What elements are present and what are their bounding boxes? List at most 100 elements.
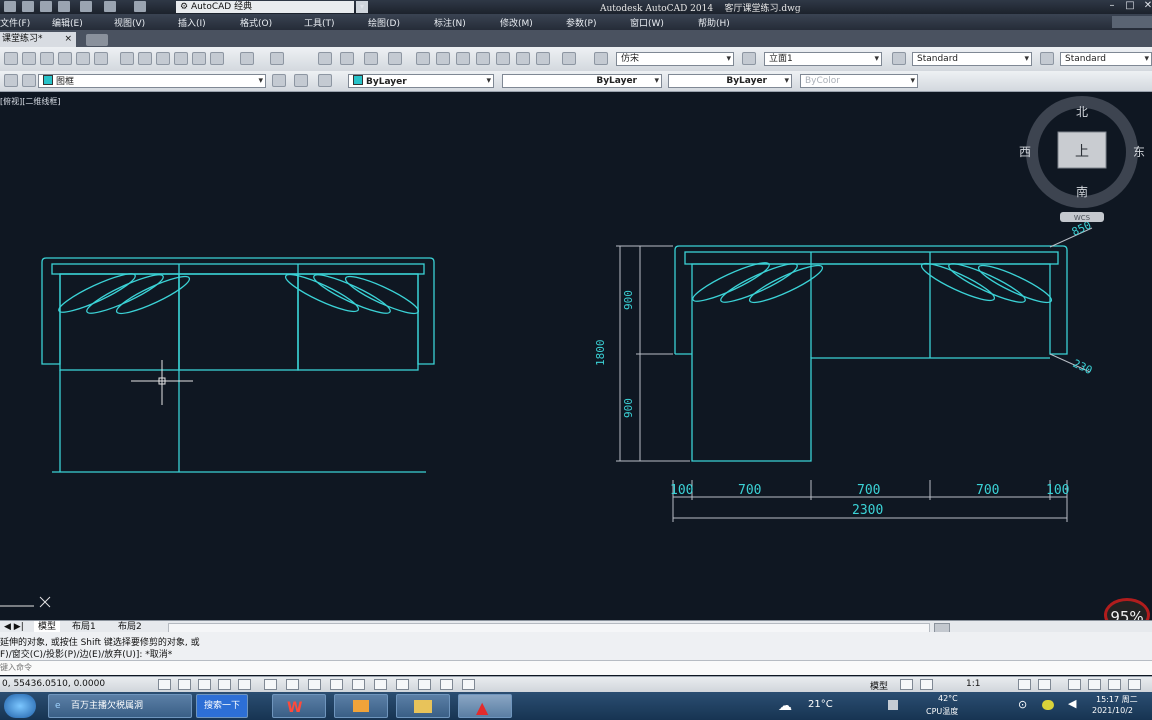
viewport-label[interactable]: [俯视][二维线框] bbox=[0, 96, 60, 107]
compass-west[interactable]: 西 bbox=[1019, 145, 1031, 159]
undo-icon[interactable] bbox=[104, 1, 116, 12]
minimize-icon[interactable]: – bbox=[1104, 0, 1120, 12]
layer-previous-icon[interactable] bbox=[294, 74, 308, 87]
save-icon[interactable] bbox=[22, 1, 34, 12]
block-editor-icon[interactable] bbox=[192, 52, 206, 65]
zoom-previous-icon[interactable] bbox=[388, 52, 402, 65]
clock-time[interactable]: 15:17 周二 bbox=[1096, 694, 1138, 705]
layer-manager-icon[interactable] bbox=[4, 74, 18, 87]
table-style-select[interactable]: Standard bbox=[912, 52, 1032, 66]
model-space-button[interactable]: 模型 bbox=[870, 679, 888, 692]
menu-help[interactable]: 帮助(H) bbox=[698, 16, 730, 29]
layer-select[interactable]: 图框 bbox=[38, 74, 266, 88]
globe-icon[interactable] bbox=[94, 52, 108, 65]
publish-icon[interactable] bbox=[58, 52, 72, 65]
open-icon[interactable] bbox=[4, 1, 16, 12]
color-select[interactable]: ByLayer bbox=[348, 74, 494, 88]
layer-state-icon[interactable] bbox=[22, 74, 36, 87]
lineweight-select[interactable]: ByLayer bbox=[668, 74, 792, 88]
workspace-selector[interactable]: ⚙ AutoCAD 经典 bbox=[176, 1, 354, 13]
3d-print-icon[interactable] bbox=[76, 52, 90, 65]
text-style-icon[interactable] bbox=[594, 52, 608, 65]
menu-modify[interactable]: 修改(M) bbox=[500, 16, 533, 29]
transparency-icon[interactable] bbox=[396, 679, 409, 690]
auto-scale-icon[interactable] bbox=[1038, 679, 1051, 690]
menu-tools[interactable]: 工具(T) bbox=[304, 16, 335, 29]
close-tab-icon[interactable]: × bbox=[64, 32, 72, 47]
polar-tracking-icon[interactable] bbox=[238, 679, 251, 690]
annotation-visibility-icon[interactable] bbox=[1018, 679, 1031, 690]
task-app-2[interactable] bbox=[334, 694, 388, 718]
cut-icon[interactable] bbox=[120, 52, 134, 65]
linetype-select[interactable]: ByLayer bbox=[502, 74, 662, 88]
object-snap-icon[interactable] bbox=[264, 679, 277, 690]
3d-object-snap-icon[interactable] bbox=[286, 679, 299, 690]
restore-icon[interactable]: □ bbox=[1122, 0, 1138, 12]
selection-cycling-icon[interactable] bbox=[440, 679, 453, 690]
annotation-scale[interactable]: 1:1 bbox=[966, 679, 980, 689]
redo-toolbar-icon[interactable] bbox=[270, 52, 284, 65]
quick-properties-icon[interactable] bbox=[418, 679, 431, 690]
menu-parametric[interactable]: 参数(P) bbox=[566, 16, 596, 29]
menu-view[interactable]: 视图(V) bbox=[114, 16, 145, 29]
lineweight-toggle-icon[interactable] bbox=[374, 679, 387, 690]
annotation-monitor-icon[interactable] bbox=[462, 679, 475, 690]
weather-temperature[interactable]: 21°C bbox=[808, 699, 833, 710]
tool-palettes-icon[interactable] bbox=[456, 52, 470, 65]
start-button-icon[interactable] bbox=[4, 694, 36, 718]
task-autocad[interactable]: ▲ bbox=[458, 694, 512, 718]
preview-icon[interactable] bbox=[40, 52, 54, 65]
pan-icon[interactable] bbox=[318, 52, 332, 65]
compass-east[interactable]: 东 bbox=[1133, 145, 1145, 159]
tray-icon-3[interactable] bbox=[1042, 700, 1054, 710]
infer-constraints-icon[interactable] bbox=[158, 679, 171, 690]
calculator-icon[interactable] bbox=[536, 52, 550, 65]
menu-dimension[interactable]: 标注(N) bbox=[434, 16, 466, 29]
snap-mode-icon[interactable] bbox=[178, 679, 191, 690]
quick-view-drawings-icon[interactable] bbox=[920, 679, 933, 690]
menu-draw[interactable]: 绘图(D) bbox=[368, 16, 400, 29]
multileader-style-icon[interactable] bbox=[1040, 52, 1054, 65]
menu-edit[interactable]: 编辑(E) bbox=[52, 16, 83, 29]
close-icon[interactable]: ✕ bbox=[1140, 0, 1152, 12]
command-input[interactable]: 键入命令 bbox=[0, 660, 1152, 675]
search-button[interactable]: 搜索一下 bbox=[196, 694, 248, 718]
dim-style-select[interactable]: 立面1 bbox=[764, 52, 882, 66]
tray-icon-2[interactable]: ⊙ bbox=[1018, 698, 1027, 711]
task-wps[interactable]: W bbox=[272, 694, 326, 718]
tray-icon-1[interactable] bbox=[888, 700, 898, 710]
drawing-canvas[interactable]: 900 900 1800 100 700 700 700 100 2300 85… bbox=[0, 93, 1152, 620]
sheet-set-icon[interactable] bbox=[476, 52, 490, 65]
dynamic-input-icon[interactable] bbox=[352, 679, 365, 690]
multileader-style-select[interactable]: Standard bbox=[1060, 52, 1152, 66]
workspace-dropdown-icon[interactable]: ▾ bbox=[356, 1, 368, 13]
copy-icon[interactable] bbox=[138, 52, 152, 65]
lock-ui-icon[interactable] bbox=[1088, 679, 1101, 690]
task-explorer[interactable] bbox=[396, 694, 450, 718]
zoom-realtime-icon[interactable] bbox=[340, 52, 354, 65]
new-icon[interactable] bbox=[4, 52, 18, 65]
properties-icon[interactable] bbox=[416, 52, 430, 65]
coordinate-display[interactable]: 0, 55436.0510, 0.0000 bbox=[2, 679, 105, 689]
print-icon[interactable] bbox=[80, 1, 92, 12]
clock-date[interactable]: 2021/10/2 bbox=[1092, 706, 1133, 715]
quick-calc-icon[interactable] bbox=[516, 52, 530, 65]
brush-icon[interactable] bbox=[210, 52, 224, 65]
new-tab-button[interactable] bbox=[86, 34, 108, 46]
save-as-icon[interactable] bbox=[40, 1, 52, 12]
dim-style-icon[interactable] bbox=[742, 52, 756, 65]
match-properties-icon[interactable] bbox=[174, 52, 188, 65]
plot-icon[interactable] bbox=[58, 1, 70, 12]
paste-icon[interactable] bbox=[156, 52, 170, 65]
document-tab[interactable]: 课堂练习* × bbox=[0, 32, 76, 47]
redo-icon[interactable] bbox=[134, 1, 146, 12]
weather-icon[interactable]: ☁ bbox=[778, 698, 792, 714]
markup-icon[interactable] bbox=[496, 52, 510, 65]
object-snap-tracking-icon[interactable] bbox=[308, 679, 321, 690]
compass-north[interactable]: 北 bbox=[1076, 105, 1088, 119]
plotstyle-select[interactable]: ByColor bbox=[800, 74, 918, 88]
table-style-icon[interactable] bbox=[892, 52, 906, 65]
volume-icon[interactable]: ◀ bbox=[1068, 697, 1076, 710]
quick-view-layouts-icon[interactable] bbox=[900, 679, 913, 690]
menu-format[interactable]: 格式(O) bbox=[240, 16, 272, 29]
